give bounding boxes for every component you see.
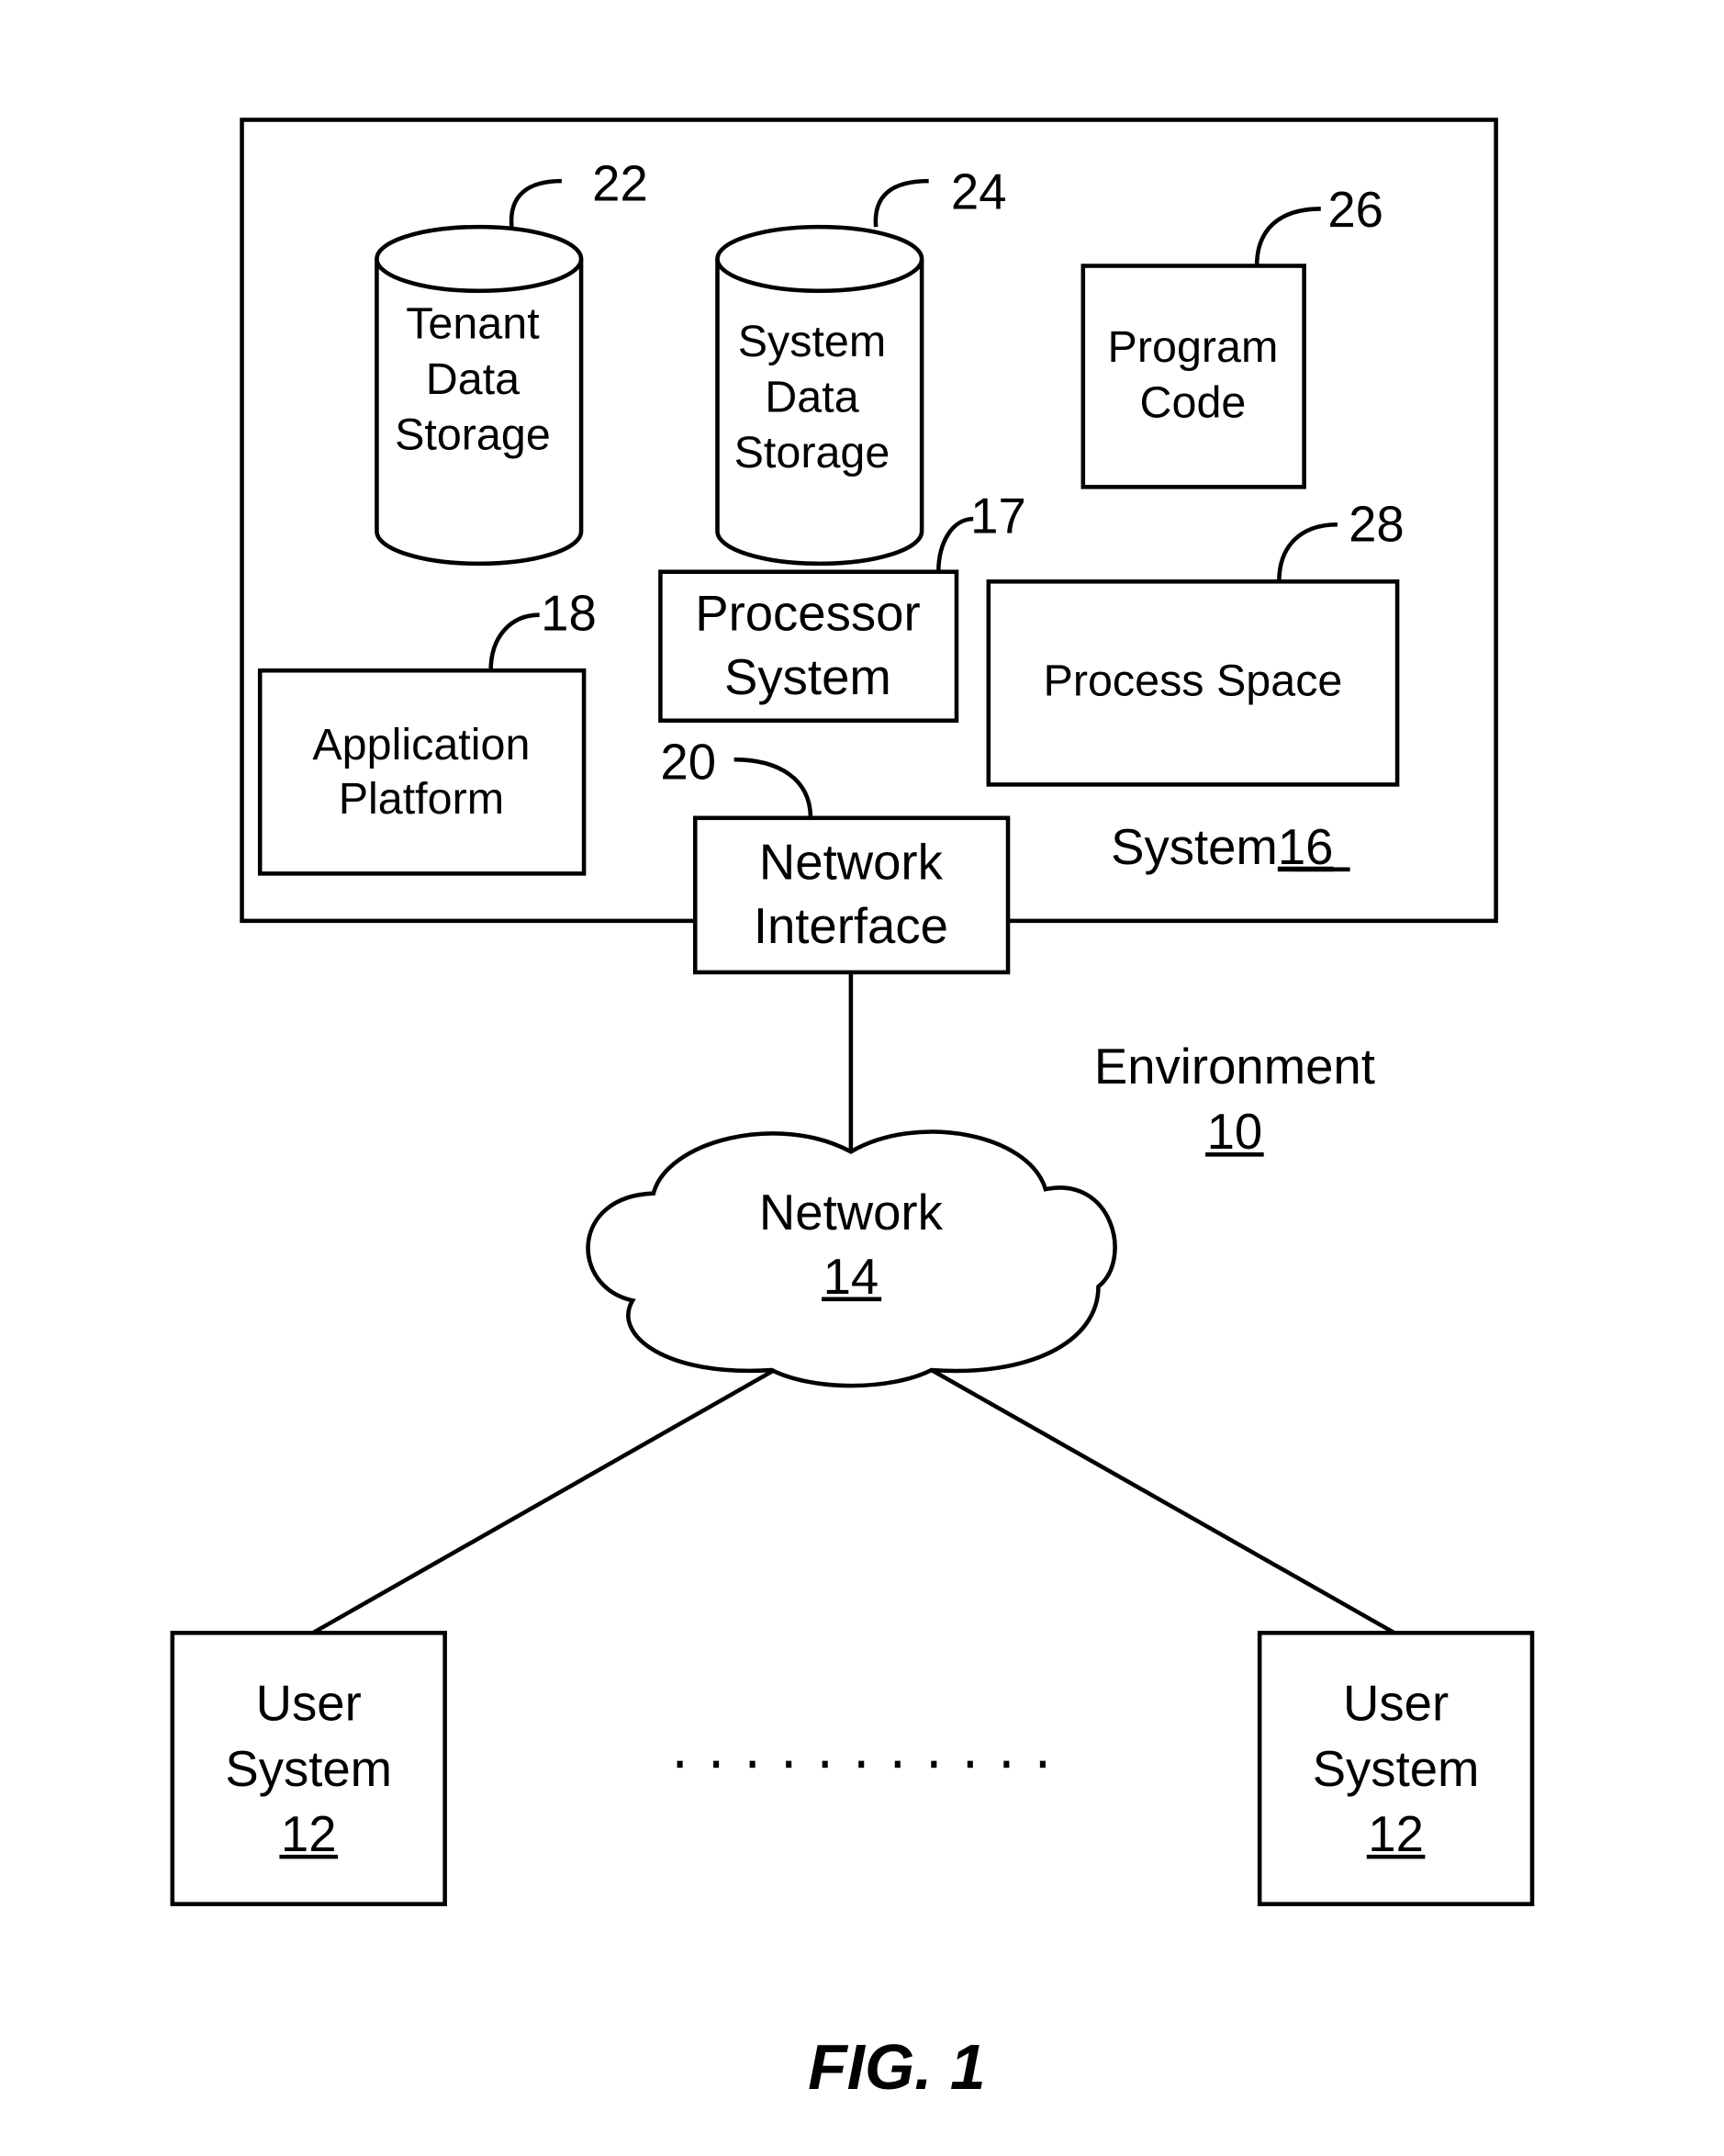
user-system-right: User System 12 [1257, 1631, 1535, 1906]
ellipsis-dot [1039, 1760, 1046, 1769]
tenant-ref-number: 22 [592, 155, 648, 211]
sysdata-label-line1: System [738, 317, 887, 366]
ellipsis-dot [822, 1760, 828, 1769]
processor-line2: System [724, 649, 891, 705]
program-code-line2: Code [1140, 378, 1247, 428]
application-platform-box [257, 668, 587, 876]
sysdata-label-line3: Storage [734, 428, 890, 477]
network-user-link-left [311, 1368, 776, 1635]
ellipsis-dot [858, 1760, 865, 1769]
process-space-ref-number: 28 [1349, 496, 1405, 552]
sysdata-ref-number: 24 [951, 163, 1007, 219]
ellipsis-dot [931, 1760, 937, 1769]
user-system-right-line2: System [1313, 1741, 1480, 1797]
ellipsis-dot [786, 1760, 792, 1769]
ellipsis-dot [749, 1760, 756, 1769]
environment-label: Environment [1094, 1039, 1375, 1095]
tenant-label-line1: Tenant [406, 298, 540, 348]
environment-ref-number: 10 [1207, 1104, 1263, 1160]
process-space-label: Process Space [1044, 657, 1343, 706]
tenant-cylinder-top [375, 224, 584, 294]
tenant-label-line3: Storage [395, 410, 551, 459]
user-system-left-line2: System [225, 1741, 392, 1797]
processor-ref-number: 17 [970, 488, 1026, 544]
system-cylinder-top [715, 224, 924, 294]
ellipsis-dots [677, 1760, 1046, 1769]
system-ref-number: 16 [1278, 819, 1334, 875]
net-interface-line2: Interface [754, 898, 948, 954]
net-interface-ref-number: 20 [660, 734, 716, 790]
app-platform-line2: Platform [339, 774, 504, 824]
ellipsis-dot [967, 1760, 973, 1769]
program-code-line1: Program [1108, 322, 1279, 372]
ellipsis-dot [677, 1760, 683, 1769]
ellipsis-dot [1003, 1760, 1010, 1769]
sysdata-label-line2: Data [765, 373, 858, 422]
user-system-left-line1: User [256, 1676, 362, 1732]
program-code-box [1080, 264, 1306, 489]
program-code-ref-number: 26 [1327, 182, 1383, 238]
app-platform-line1: Application [312, 720, 530, 769]
tenant-label-line2: Data [426, 354, 520, 404]
system-label-text: System16 [1111, 819, 1333, 875]
network-ref-number: 14 [823, 1249, 879, 1305]
figure-label: FIG. 1 [808, 2031, 986, 2103]
ellipsis-dot [713, 1760, 720, 1769]
user-system-right-line1: User [1343, 1676, 1449, 1732]
user-system-right-ref-number: 12 [1368, 1806, 1424, 1862]
network-user-link-right [930, 1368, 1396, 1635]
network-cloud: Network 14 [586, 1129, 1117, 1388]
processor-line1: Processor [695, 585, 920, 641]
app-platform-ref-number: 18 [541, 585, 597, 641]
system-label: System16 [1111, 819, 1350, 875]
user-system-left: User System 12 [170, 1631, 447, 1906]
environment-diagram: Tenant Data Storage 22 System Data Stora… [170, 118, 1535, 2103]
system-label-word: System [1111, 819, 1278, 875]
user-system-left-ref-number: 12 [281, 1806, 337, 1862]
ellipsis-dot [894, 1760, 901, 1769]
network-label: Network [759, 1185, 944, 1241]
net-interface-line1: Network [759, 834, 944, 890]
